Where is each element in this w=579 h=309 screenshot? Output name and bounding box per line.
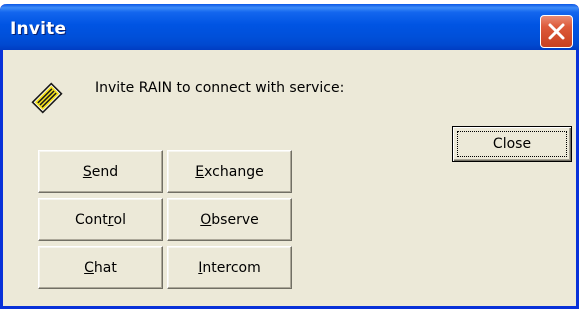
invite-dialog: Invite Invite RAIN to connect with servi… (0, 4, 579, 309)
invite-message: Invite RAIN to connect with service: (95, 80, 345, 96)
control-button[interactable]: Cont r ol (38, 198, 163, 241)
observe-label-accel: O (200, 211, 212, 228)
send-label-accel: S (82, 163, 92, 180)
intercom-label-post: ntercom (202, 259, 261, 276)
observe-button[interactable]: Observe (167, 198, 292, 241)
exchange-label-accel: E (195, 163, 205, 180)
observe-label-post: bserve (211, 211, 259, 228)
control-label-post: ol (113, 211, 126, 228)
title-close-icon[interactable] (540, 15, 573, 48)
invite-envelope-icon (27, 78, 67, 122)
close-button-label: Close (492, 136, 532, 152)
chat-label-accel: C (84, 259, 94, 276)
intercom-button[interactable]: Intercom (167, 246, 292, 289)
exchange-button[interactable]: Exchange (167, 150, 292, 193)
control-label-pre: Cont (75, 211, 108, 228)
send-label-post: end (91, 163, 119, 180)
close-button[interactable]: Close (452, 126, 572, 162)
exchange-label-post: xchange (204, 163, 264, 180)
window-title: Invite (10, 19, 67, 39)
title-bar[interactable]: Invite (0, 4, 579, 50)
chat-button[interactable]: Chat (38, 246, 163, 289)
send-button[interactable]: Send (38, 150, 163, 193)
chat-label-post: hat (93, 259, 117, 276)
